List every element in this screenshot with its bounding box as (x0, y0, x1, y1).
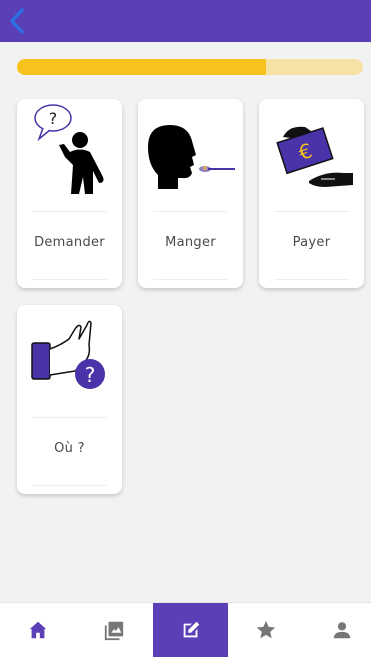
progress-bar (17, 59, 363, 75)
card-label: Payer (292, 235, 331, 250)
edit-icon (183, 621, 200, 638)
chevron-left-icon (10, 8, 24, 34)
card-divider (32, 279, 107, 280)
nav-edit[interactable] (153, 603, 228, 657)
svg-text:?: ? (85, 363, 96, 387)
card-divider (32, 211, 107, 212)
card-label: Demander (34, 235, 105, 250)
top-app-bar (0, 0, 371, 42)
card-label: Où ? (54, 441, 85, 456)
progress-bar-fill (17, 59, 267, 75)
card-ou[interactable]: ? Où ? (17, 305, 122, 494)
star-icon (256, 620, 276, 639)
person-asking-icon: ? (34, 104, 104, 194)
eating-spoon-icon (148, 125, 235, 189)
card-manger[interactable]: Manger (138, 99, 243, 288)
card-demander[interactable]: ? Demander (17, 99, 122, 288)
home-icon (29, 621, 47, 639)
where-hand-question-icon: ? (31, 320, 105, 389)
nav-favorites[interactable] (228, 603, 303, 657)
nav-home[interactable] (0, 603, 75, 657)
gallery-icon (104, 621, 124, 641)
bottom-navigation (0, 602, 371, 657)
nav-gallery[interactable] (76, 603, 151, 657)
card-divider (153, 211, 228, 212)
pay-euro-icon: € (276, 126, 353, 187)
card-payer[interactable]: € Payer (259, 99, 364, 288)
nav-profile[interactable] (304, 603, 371, 657)
card-divider (274, 279, 349, 280)
card-label: Manger (165, 235, 216, 250)
svg-text:?: ? (49, 109, 58, 128)
back-button[interactable] (6, 6, 30, 36)
profile-icon (333, 622, 351, 639)
card-divider (274, 211, 349, 212)
card-divider (153, 279, 228, 280)
card-divider (32, 485, 107, 486)
card-divider (32, 417, 107, 418)
